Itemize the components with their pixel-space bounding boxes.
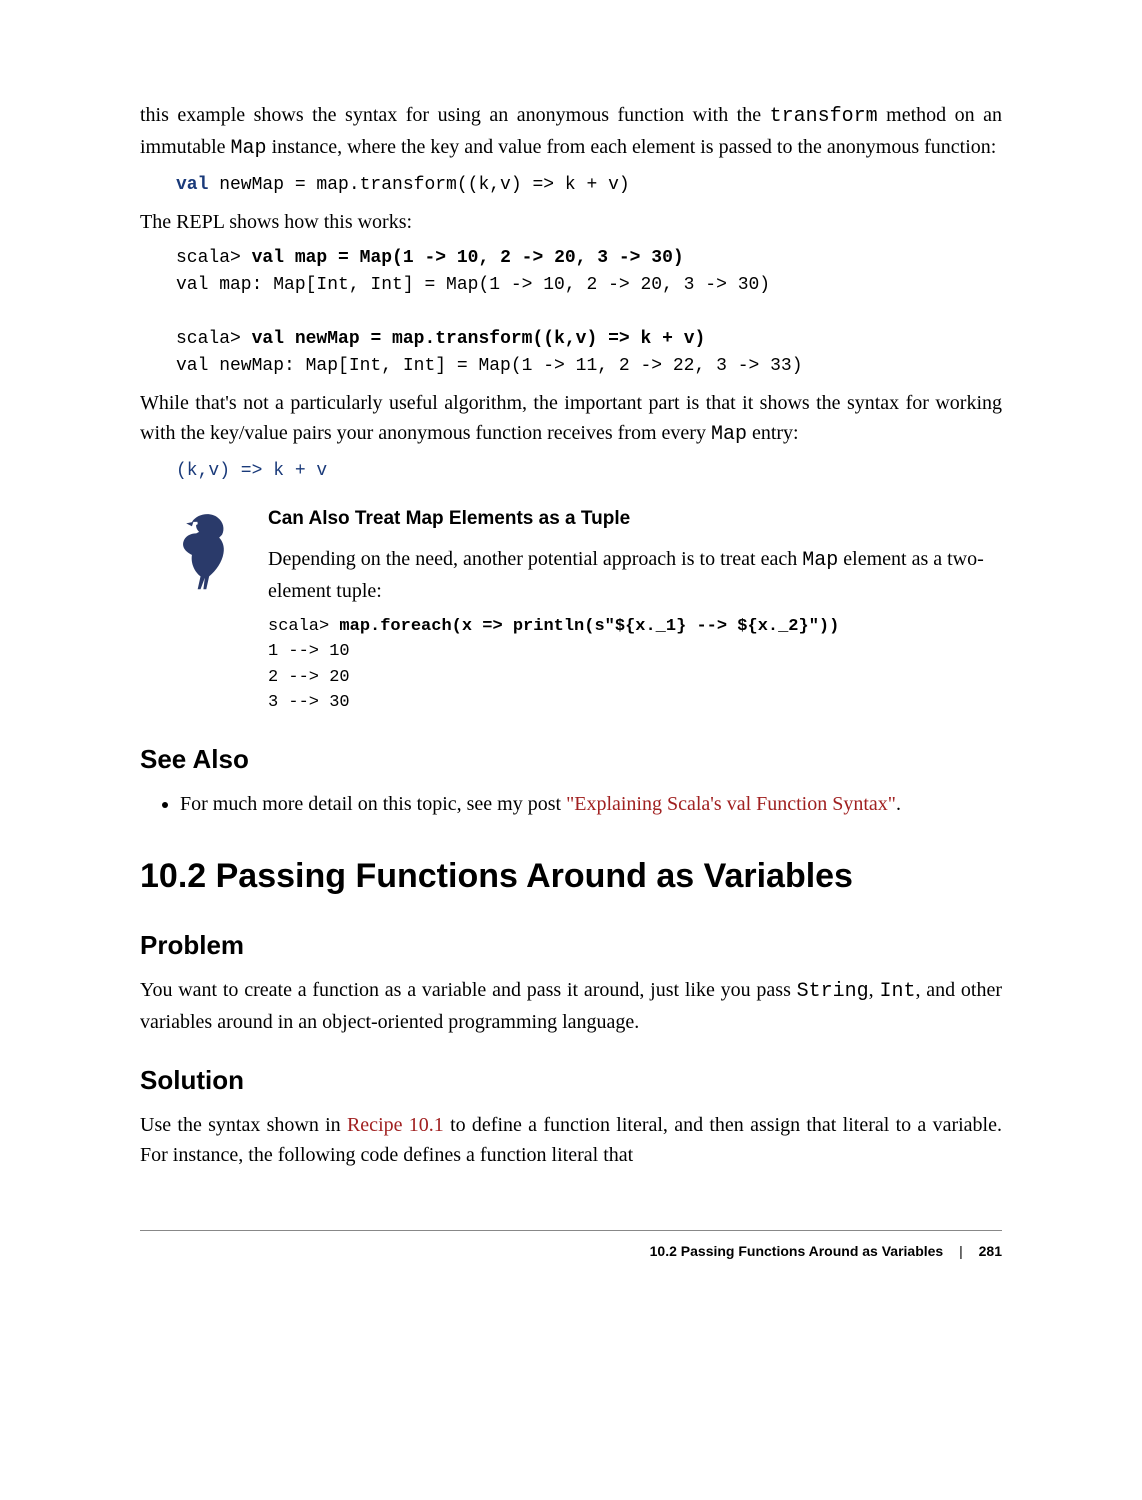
text: , [869,979,880,1001]
repl-output: 3 --> 30 [268,693,350,712]
text: Use the syntax shown in [140,1114,347,1136]
heading-solution: Solution [140,1061,1002,1100]
note-body: Can Also Treat Map Elements as a Tuple D… [268,505,1002,716]
page-footer: 10.2 Passing Functions Around as Variabl… [140,1241,1002,1262]
code-transform: transform [770,105,878,128]
code-text: newMap = map.transform((k,v) => k + v) [208,175,629,195]
external-link[interactable]: "Explaining Scala's val Function Syntax" [566,793,896,815]
prompt: scala> [268,617,339,636]
repl-output: val map: Map[Int, Int] = Map(1 -> 10, 2 … [176,275,770,295]
repl-input: val map = Map(1 -> 10, 2 -> 20, 3 -> 30) [252,248,684,268]
note-title: Can Also Treat Map Elements as a Tuple [268,505,1002,534]
see-also-list: For much more detail on this topic, see … [140,789,1002,819]
text: instance, where the key and value from e… [267,136,997,158]
repl-output: val newMap: Map[Int, Int] = Map(1 -> 11,… [176,356,803,376]
code-map: Map [802,549,838,572]
code-block-transform: val newMap = map.transform((k,v) => k + … [176,172,1002,199]
note-code-block: scala> map.foreach(x => println(s"${x._1… [268,614,1002,716]
code-string: String [797,980,869,1003]
footer-divider [140,1230,1002,1231]
text: Depending on the need, another potential… [268,548,802,570]
text: For much more detail on this topic, see … [180,793,566,815]
crow-icon [176,509,254,604]
paragraph-repl-intro: The REPL shows how this works: [140,207,1002,237]
note-paragraph: Depending on the need, another potential… [268,544,1002,606]
repl-block: scala> val map = Map(1 -> 10, 2 -> 20, 3… [176,245,1002,380]
code-map: Map [231,137,267,160]
footer-section-title: 10.2 Passing Functions Around as Variabl… [650,1243,944,1259]
repl-output: 1 --> 10 [268,642,350,661]
text: . [896,793,901,815]
footer-separator: | [959,1243,963,1259]
text: While that's not a particularly useful a… [140,392,1002,444]
code-map: Map [711,423,747,446]
list-item: For much more detail on this topic, see … [180,789,1002,819]
section-title: 10.2 Passing Functions Around as Variabl… [140,851,1002,902]
prompt: scala> [176,329,252,349]
text: this example shows the syntax for using … [140,104,770,126]
text: You want to create a function as a varia… [140,979,797,1001]
note-box: Can Also Treat Map Elements as a Tuple D… [176,505,1002,716]
text: entry: [747,422,799,444]
prompt: scala> [176,248,252,268]
footer-page-number: 281 [979,1243,1002,1259]
paragraph-intro: this example shows the syntax for using … [140,100,1002,164]
paragraph-problem: You want to create a function as a varia… [140,975,1002,1037]
paragraph-solution: Use the syntax shown in Recipe 10.1 to d… [140,1110,1002,1170]
repl-output: 2 --> 20 [268,668,350,687]
heading-see-also: See Also [140,740,1002,779]
code-int: Int [879,980,915,1003]
code-short: (k,v) => k + v [176,458,1002,485]
page-content: this example shows the syntax for using … [0,0,1142,1322]
repl-input: val newMap = map.transform((k,v) => k + … [252,329,706,349]
heading-problem: Problem [140,926,1002,965]
keyword-val: val [176,175,208,195]
recipe-link[interactable]: Recipe 10.1 [347,1114,444,1136]
paragraph-explain: While that's not a particularly useful a… [140,388,1002,450]
repl-input: map.foreach(x => println(s"${x._1} --> $… [339,617,839,636]
